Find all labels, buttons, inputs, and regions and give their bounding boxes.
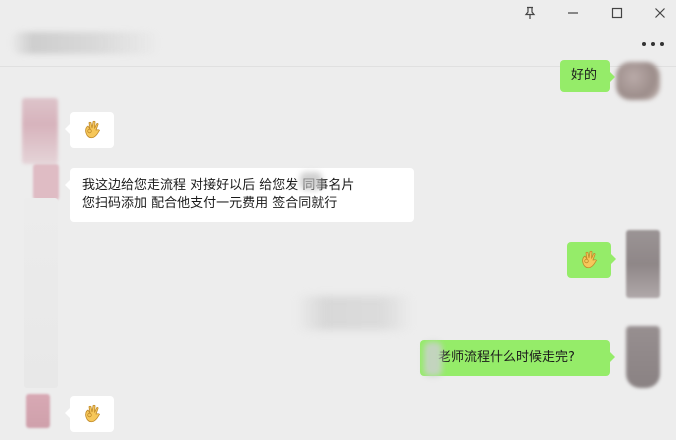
minimize-icon[interactable]: [562, 4, 584, 22]
redacted-text: [424, 342, 442, 376]
avatar[interactable]: [626, 326, 660, 388]
blurred-contact-name: [10, 32, 160, 54]
ok-hand-emoji-icon: [85, 404, 100, 423]
title-bar: [0, 0, 676, 28]
message-text: 好的: [571, 68, 598, 83]
avatar[interactable]: [22, 98, 58, 164]
avatar[interactable]: [616, 62, 660, 100]
message-bubble-received[interactable]: [65, 396, 114, 432]
pin-icon[interactable]: [519, 4, 541, 22]
avatar-placeholder: [24, 198, 58, 388]
maximize-icon[interactable]: [606, 4, 628, 22]
close-icon[interactable]: [649, 4, 671, 22]
avatar[interactable]: [626, 230, 660, 298]
ok-hand-emoji-icon: [582, 250, 597, 269]
redacted-text: [300, 172, 322, 190]
chat-window: 好的 我这边给您走流程 对接好以后 给您发 同事名片 您扫码添加 配合他支付一元…: [0, 0, 676, 440]
message-bubble-sent[interactable]: [567, 242, 616, 278]
avatar[interactable]: [33, 164, 59, 200]
message-text: 老师流程什么时候走完?: [438, 350, 575, 365]
message-bubble-sent[interactable]: 老师流程什么时候走完?: [420, 340, 615, 376]
message-bubble-received[interactable]: 我这边给您走流程 对接好以后 给您发 同事名片 您扫码添加 配合他支付一元费用 …: [65, 168, 414, 222]
redacted-area: [296, 296, 412, 330]
message-text-line: 您扫码添加 配合他支付一元费用 签合同就行: [82, 196, 338, 211]
ok-hand-emoji-icon: [85, 120, 100, 139]
avatar[interactable]: [26, 394, 50, 428]
message-bubble-sent[interactable]: 好的: [560, 60, 615, 92]
more-icon[interactable]: [642, 38, 664, 50]
message-text-line: 我这边给您走流程 对接好以后 给您发 同事名片: [82, 178, 355, 193]
message-bubble-received[interactable]: [65, 112, 114, 148]
